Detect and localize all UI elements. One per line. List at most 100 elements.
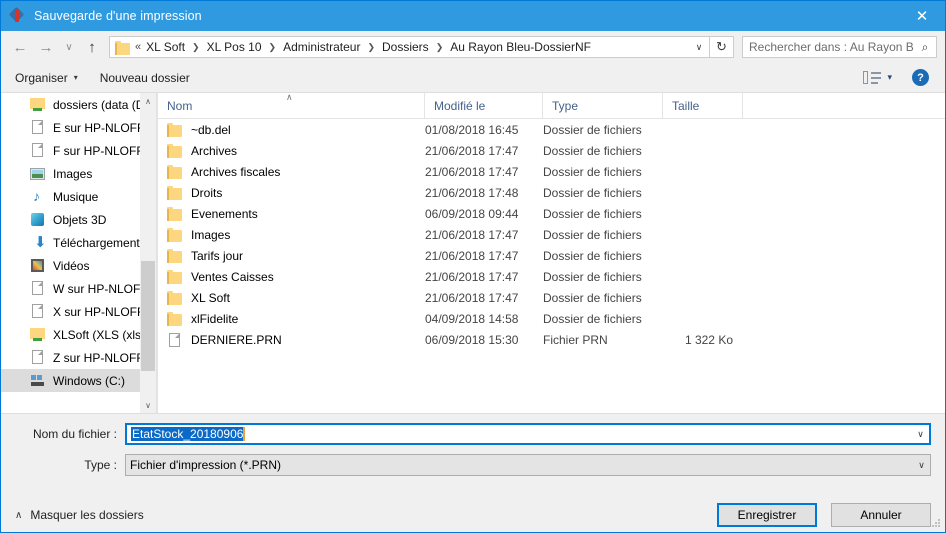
hide-folders-toggle[interactable]: ∧ Masquer les dossiers — [15, 508, 144, 522]
table-row[interactable]: XL Soft 21/06/2018 17:47 Dossier de fichie… — [158, 287, 945, 308]
network-folder-icon — [30, 97, 46, 113]
chevron-down-icon[interactable]: ∨ — [913, 460, 930, 471]
sidebar-item-12[interactable]: Windows (C:) — [1, 369, 140, 392]
new-folder-button[interactable]: Nouveau dossier — [100, 71, 190, 85]
table-row[interactable]: Ventes Caisses 21/06/2018 17:47 Dossier de… — [158, 266, 945, 287]
breadcrumb-item-2[interactable]: Administrateur — [281, 40, 362, 54]
filetype-select[interactable]: Fichier d'impression (*.PRN) ∨ — [125, 454, 931, 476]
filename-value-wrap[interactable]: EtatStock_20180906 — [127, 427, 912, 441]
navigation-bar: ← → ∨ ↑ « XL Soft ❯ XL Pos 10 ❯ Administ… — [1, 31, 945, 63]
breadcrumb-item-1[interactable]: XL Pos 10 — [205, 40, 264, 54]
filename-input[interactable]: EtatStock_20180906 ∨ — [125, 423, 931, 445]
scroll-down-icon[interactable]: ∨ — [140, 397, 156, 413]
breadcrumb-item-3[interactable]: Dossiers — [380, 40, 431, 54]
column-header-size[interactable]: Taille — [663, 93, 743, 118]
column-header-type[interactable]: Type — [543, 93, 663, 118]
view-layout-icon[interactable] — [862, 69, 884, 87]
table-row[interactable]: ~db.del 01/08/2018 16:45 Dossier de fichie… — [158, 119, 945, 140]
computer-icon — [30, 373, 46, 389]
refresh-button[interactable]: ↻ — [710, 36, 734, 58]
file-name-label: XL Soft — [191, 290, 230, 305]
column-headers: Nom ∧ Modifié le Type Taille — [158, 93, 945, 119]
column-header-date[interactable]: Modifié le — [425, 93, 543, 118]
recent-locations-button[interactable]: ∨ — [59, 34, 79, 60]
breadcrumb[interactable]: « XL Soft ❯ XL Pos 10 ❯ Administrateur ❯… — [109, 36, 710, 58]
file-date-cell: 21/06/2018 17:47 — [425, 143, 519, 158]
file-date-cell: 21/06/2018 17:47 — [425, 227, 519, 242]
resize-grip-icon[interactable] — [931, 519, 941, 529]
file-name-cell: Droits — [158, 185, 425, 200]
help-icon[interactable]: ? — [912, 69, 929, 86]
objects3d-icon — [30, 212, 46, 228]
file-date-cell: 21/06/2018 17:47 — [425, 164, 519, 179]
table-row[interactable]: Droits 21/06/2018 17:48 Dossier de fichier… — [158, 182, 945, 203]
app-diamond-icon — [8, 6, 26, 24]
table-row[interactable]: Tarifs jour 21/06/2018 17:47 Dossier de fi… — [158, 245, 945, 266]
organize-button[interactable]: Organiser ▾ — [15, 71, 78, 85]
file-name-label: Tarifs jour — [191, 248, 244, 263]
back-button[interactable]: ← — [7, 34, 33, 60]
table-row[interactable]: xlFidelite 04/09/2018 14:58 Dossier de fic… — [158, 308, 945, 329]
sidebar-item-label: Objets 3D — [53, 212, 107, 227]
folder-icon — [115, 40, 130, 55]
scrollbar-thumb[interactable] — [141, 261, 155, 371]
sidebar-item-label: E sur HP-NLOFF — [53, 120, 140, 135]
cancel-button[interactable]: Annuler — [831, 503, 931, 527]
scroll-up-icon[interactable]: ∧ — [140, 93, 156, 109]
chevron-right-icon: ❯ — [435, 41, 444, 52]
breadcrumb-item-0[interactable]: XL Soft — [144, 40, 187, 54]
file-name-label: Ventes Caisses — [191, 269, 274, 284]
sidebar-item-3[interactable]: Images — [1, 162, 140, 185]
folder-icon — [167, 143, 183, 158]
folder-icon — [167, 164, 183, 179]
sidebar-item-5[interactable]: Objets 3D — [1, 208, 140, 231]
breadcrumb-overflow-icon[interactable]: « — [135, 41, 141, 53]
chevron-right-icon: ❯ — [367, 41, 375, 52]
up-button[interactable]: ↑ — [79, 34, 105, 60]
search-icon[interactable]: ⌕ — [914, 40, 936, 55]
table-row[interactable]: DERNIERE.PRN 06/09/2018 15:30 Fichier PRN 1… — [158, 329, 945, 350]
file-type-cell: Dossier de fichiers — [543, 290, 642, 305]
file-type-cell: Dossier de fichiers — [543, 206, 642, 221]
sidebar: dossiers (data (D E sur HP-NLOFF F sur HP-… — [1, 93, 140, 413]
title-bar: Sauvegarde d'une impression ✕ — [1, 1, 945, 31]
sidebar-item-7[interactable]: Vidéos — [1, 254, 140, 277]
sidebar-item-8[interactable]: W sur HP-NLOFI — [1, 277, 140, 300]
sidebar-item-2[interactable]: F sur HP-NLOFF — [1, 139, 140, 162]
file-name-label: Archives — [191, 143, 238, 158]
sidebar-scrollbar[interactable]: ∧ ∨ — [140, 93, 157, 413]
sidebar-item-label: Téléchargement — [53, 235, 140, 250]
save-button[interactable]: Enregistrer — [717, 503, 817, 527]
file-date-cell: 04/09/2018 14:58 — [425, 311, 519, 326]
file-name-label: Images — [191, 227, 231, 242]
chevron-down-icon[interactable]: ▾ — [887, 72, 892, 83]
sidebar-item-1[interactable]: E sur HP-NLOFF — [1, 116, 140, 139]
sidebar-item-11[interactable]: Z sur HP-NLOFF — [1, 346, 140, 369]
file-name-label: Evenements — [191, 206, 258, 221]
file-rows: ~db.del 01/08/2018 16:45 Dossier de fichie… — [158, 119, 945, 413]
column-header-name[interactable]: Nom ∧ — [158, 93, 425, 118]
file-name-cell: Archives fiscales — [158, 164, 425, 179]
close-button[interactable]: ✕ — [899, 1, 945, 31]
file-type-cell: Dossier de fichiers — [543, 185, 642, 200]
forward-button[interactable]: → — [33, 34, 59, 60]
table-row[interactable]: Images 21/06/2018 17:47 Dossier de fichier… — [158, 224, 945, 245]
sidebar-item-6[interactable]: ⬇ Téléchargement — [1, 231, 140, 254]
search-input[interactable]: Rechercher dans : Au Rayon B... ⌕ — [742, 36, 937, 58]
chevron-down-icon[interactable]: ∨ — [689, 37, 709, 57]
table-row[interactable]: Archives 21/06/2018 17:47 Dossier de fichi… — [158, 140, 945, 161]
sidebar-item-10[interactable]: XLSoft (XLS (xls) — [1, 323, 140, 346]
file-name-cell: ~db.del — [158, 122, 425, 137]
chevron-down-icon[interactable]: ∨ — [912, 429, 929, 440]
breadcrumb-item-4[interactable]: Au Rayon Bleu-DossierNF — [448, 40, 593, 54]
table-row[interactable]: Evenements 06/09/2018 09:44 Dossier de fic… — [158, 203, 945, 224]
sidebar-item-label: Z sur HP-NLOFF — [53, 350, 140, 365]
sidebar-item-0[interactable]: dossiers (data (D — [1, 93, 140, 116]
sidebar-item-9[interactable]: X sur HP-NLOFF — [1, 300, 140, 323]
table-row[interactable]: Archives fiscales 21/06/2018 17:47 Dossier… — [158, 161, 945, 182]
file-size-cell: 1 322 Ko — [684, 332, 733, 347]
file-name-cell: Tarifs jour — [158, 248, 425, 263]
document-icon — [30, 280, 46, 297]
folder-icon — [167, 122, 183, 137]
sidebar-item-4[interactable]: ♪ Musique — [1, 185, 140, 208]
